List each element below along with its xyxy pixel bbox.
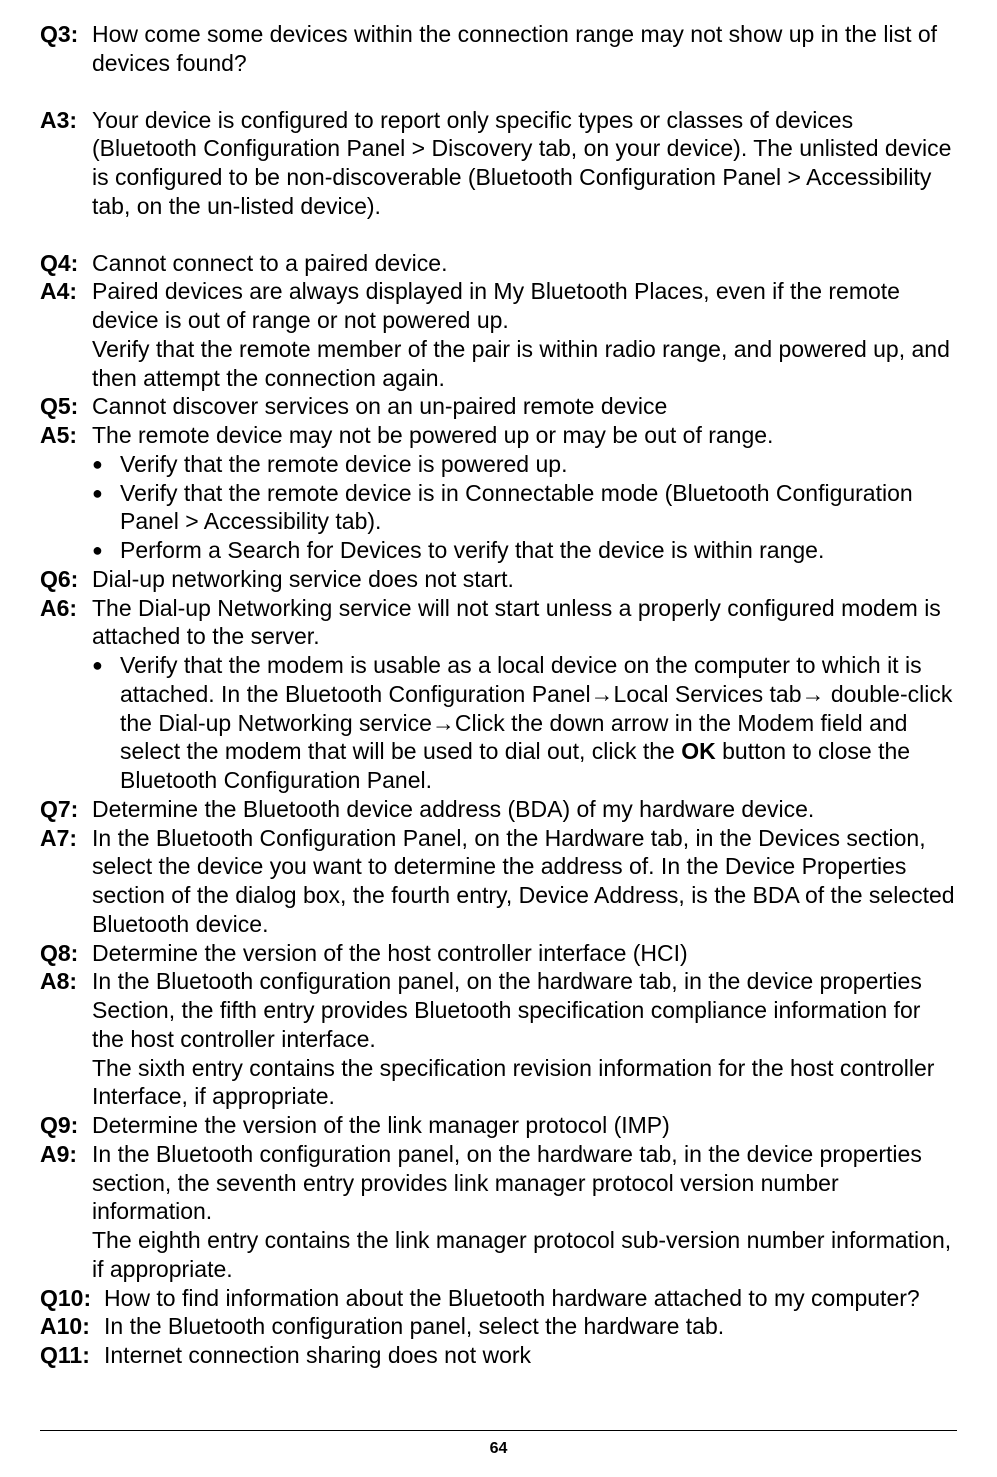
q4-row: Q4: Cannot connect to a paired device. [40,249,957,278]
a6-b1-bold: OK [681,738,716,764]
spacer [40,221,957,249]
q5-text: Cannot discover services on an un-paired… [92,392,957,421]
a4-p1: Paired devices are always displayed in M… [92,277,957,335]
q8-text: Determine the version of the host contro… [92,939,957,968]
q3-label: Q3: [40,20,92,78]
q3-text: How come some devices within the connect… [92,20,957,78]
q8-label: Q8: [40,939,92,968]
q7-label: Q7: [40,795,92,824]
a10-row: A10: In the Bluetooth configuration pane… [40,1312,957,1341]
q10-text: How to find information about the Blueto… [104,1284,957,1313]
a8-content: In the Bluetooth configuration panel, on… [92,967,957,1111]
a5-label: A5: [40,421,92,450]
a3-row: A3: Your device is configured to report … [40,106,957,221]
q6-label: Q6: [40,565,92,594]
a7-text: In the Bluetooth Configuration Panel, on… [92,824,957,939]
a7-row: A7: In the Bluetooth Configuration Panel… [40,824,957,939]
a3-label: A3: [40,106,92,221]
q11-row: Q11: Internet connection sharing does no… [40,1341,957,1370]
a3-text: Your device is configured to report only… [92,106,957,221]
q9-label: Q9: [40,1111,92,1140]
q10-row: Q10: How to find information about the B… [40,1284,957,1313]
q11-label: Q11: [40,1341,104,1370]
q5-label: Q5: [40,392,92,421]
q3-row: Q3: How come some devices within the con… [40,20,957,78]
q5-row: Q5: Cannot discover services on an un-pa… [40,392,957,421]
spacer [40,78,957,106]
a5-b3-text: Perform a Search for Devices to verify t… [120,536,957,565]
a8-label: A8: [40,967,92,1111]
q9-row: Q9: Determine the version of the link ma… [40,1111,957,1140]
a5-row: A5: The remote device may not be powered… [40,421,957,450]
a8-p1: In the Bluetooth configuration panel, on… [92,967,957,1053]
q10-label: Q10: [40,1284,104,1313]
bullet-icon: ● [92,450,120,479]
q4-label: Q4: [40,249,92,278]
a5-intro: The remote device may not be powered up … [92,421,957,450]
a4-label: A4: [40,277,92,392]
a8-row: A8: In the Bluetooth configuration panel… [40,967,957,1111]
a5-bullet-1: ● Verify that the remote device is power… [40,450,957,479]
q6-row: Q6: Dial-up networking service does not … [40,565,957,594]
a5-b1-text: Verify that the remote device is powered… [120,450,957,479]
a10-text: In the Bluetooth configuration panel, se… [104,1312,957,1341]
a4-content: Paired devices are always displayed in M… [92,277,957,392]
a4-row: A4: Paired devices are always displayed … [40,277,957,392]
a9-row: A9: In the Bluetooth configuration panel… [40,1140,957,1284]
bullet-icon: ● [92,651,120,795]
q11-text: Internet connection sharing does not wor… [104,1341,957,1370]
bullet-icon: ● [92,479,120,537]
a9-label: A9: [40,1140,92,1284]
q6-text: Dial-up networking service does not star… [92,565,957,594]
a10-label: A10: [40,1312,104,1341]
a7-label: A7: [40,824,92,939]
a6-b1-text: Verify that the modem is usable as a loc… [120,651,957,795]
a6-row: A6: The Dial-up Networking service will … [40,594,957,652]
a6-intro: The Dial-up Networking service will not … [92,594,957,652]
q4-text: Cannot connect to a paired device. [92,249,957,278]
a9-p1: In the Bluetooth configuration panel, on… [92,1140,957,1226]
q7-row: Q7: Determine the Bluetooth device addre… [40,795,957,824]
a6-label: A6: [40,594,92,652]
a6-bullet-1: ● Verify that the modem is usable as a l… [40,651,957,795]
q7-text: Determine the Bluetooth device address (… [92,795,957,824]
q8-row: Q8: Determine the version of the host co… [40,939,957,968]
a8-p2: The sixth entry contains the specificati… [92,1054,957,1112]
q9-text: Determine the version of the link manage… [92,1111,957,1140]
bullet-icon: ● [92,536,120,565]
a5-b2-text: Verify that the remote device is in Conn… [120,479,957,537]
a4-p2: Verify that the remote member of the pai… [92,335,957,393]
a9-p2: The eighth entry contains the link manag… [92,1226,957,1284]
a9-content: In the Bluetooth configuration panel, on… [92,1140,957,1284]
page-number: 64 [40,1431,957,1477]
a5-bullet-2: ● Verify that the remote device is in Co… [40,479,957,537]
a5-bullet-3: ● Perform a Search for Devices to verify… [40,536,957,565]
